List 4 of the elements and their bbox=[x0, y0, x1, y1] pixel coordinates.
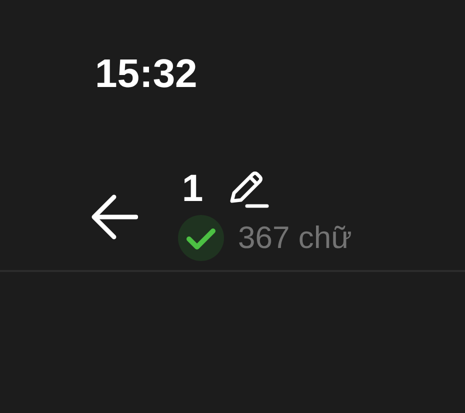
back-arrow-icon[interactable] bbox=[90, 194, 138, 240]
note-title: 1 bbox=[182, 167, 204, 211]
word-count: 367 chữ bbox=[238, 219, 352, 257]
status-time: 15:32 bbox=[95, 52, 198, 96]
